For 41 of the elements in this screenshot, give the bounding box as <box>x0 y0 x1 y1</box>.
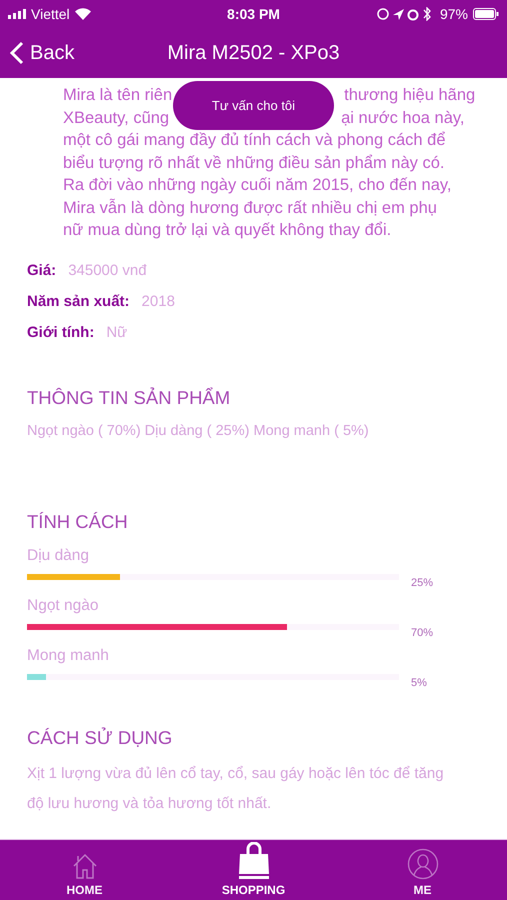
field-label: Năm sản xuất: <box>27 292 130 310</box>
clock-time: 8:03 PM <box>227 6 280 22</box>
carrier-name: Viettel <box>31 6 70 22</box>
section-heading: THÔNG TIN SẢN PHẨM <box>27 386 232 408</box>
trait-percent: 5% <box>411 676 427 688</box>
field-value: 345000 vnđ <box>68 262 147 278</box>
wifi-icon <box>74 8 91 20</box>
description-text: biểu tượng rõ nhất về những điều sản phẩm này có. <box>63 152 444 174</box>
back-button[interactable]: Back <box>0 41 84 65</box>
trait-percent: 70% <box>411 626 434 638</box>
tab[interactable]: HOME <box>0 840 169 900</box>
page-title: Mira M2502 - XPo3 <box>167 42 340 64</box>
trait-name: Ngọt ngào <box>27 596 99 614</box>
tab[interactable]: ME <box>338 840 507 900</box>
signal-icon <box>8 9 26 19</box>
description-text: một cô gái mang đầy đủ tính cách và phong cách để <box>63 130 446 151</box>
description-text: ại nước hoa này, <box>341 108 464 128</box>
field-value: 2018 <box>142 292 175 310</box>
section-heading: TÍNH CÁCH <box>27 510 129 532</box>
field-label: Giá: <box>27 262 56 278</box>
description-text: Mira vẫn là dòng hương được rất nhiều chị em phụ <box>63 198 437 218</box>
home-icon <box>70 852 98 880</box>
description-text: Mira là tên riên <box>63 85 172 106</box>
product-info-text: Ngọt ngào ( 70%) Dịu dàng ( 25%) Mong manh ( 5%) <box>27 422 370 438</box>
tab[interactable]: SHOPPING <box>169 840 338 900</box>
trait-name: Dịu dàng <box>27 546 90 564</box>
usage-text: Xịt 1 lượng vừa đủ lên cổ tay, cổ, sau gáy hoặc lên tóc để tăng độ lưu hương và tỏa hương tốt nhất. <box>27 764 445 814</box>
description-text: XBeauty, cũng <box>63 108 170 128</box>
trait-name: Mong manh <box>27 646 109 664</box>
field-label: Giới tính: <box>27 324 94 340</box>
field-value: Nữ <box>106 324 128 340</box>
consult-button[interactable]: Tư vấn cho tôi <box>173 81 334 130</box>
profile-icon <box>406 848 438 880</box>
description-text: thương hiệu hãng <box>344 85 476 106</box>
section-heading: CÁCH SỬ DỤNG <box>27 726 174 748</box>
trait-percent: 25% <box>411 576 434 588</box>
description-text: nữ mua dùng trở lại và quyết không thay đổi. <box>63 220 392 241</box>
battery-percent: 97% <box>440 6 468 22</box>
battery-icon <box>472 8 499 20</box>
chevron-left-icon <box>10 41 24 65</box>
description-text: Ra đời vào những ngày cuối năm 2015, cho đến nay, <box>63 175 452 196</box>
